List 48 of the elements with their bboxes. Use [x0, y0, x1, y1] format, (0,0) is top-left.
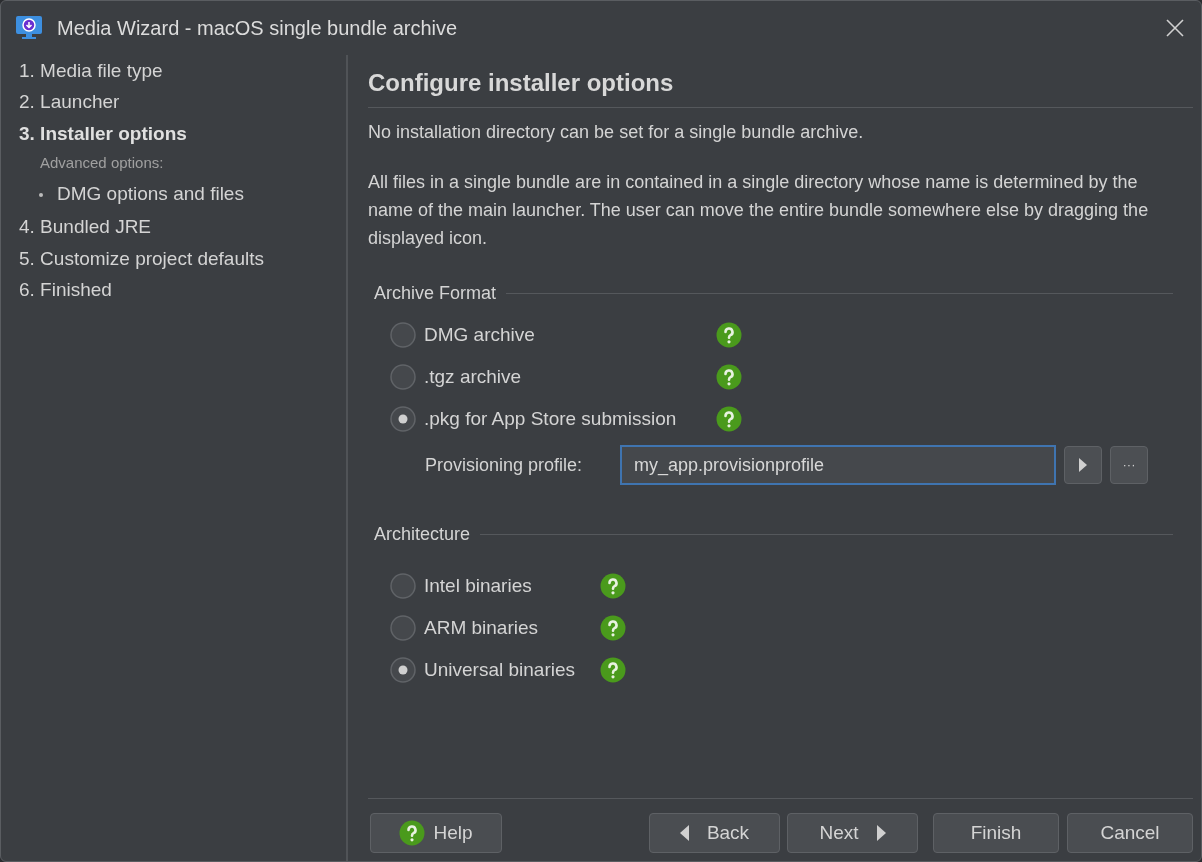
field-label: Provisioning profile:	[425, 453, 584, 477]
sidebar-item[interactable]: 6. Finished	[19, 274, 346, 306]
help-icon[interactable]	[600, 573, 626, 599]
run-button[interactable]	[1064, 446, 1102, 484]
window-title: Media Wizard - macOS single bundle archive	[57, 16, 458, 41]
help-icon[interactable]	[716, 364, 742, 390]
sidebar-item[interactable]: 4. Bundled JRE	[19, 211, 346, 243]
radio-button[interactable]	[390, 406, 416, 432]
help-button[interactable]: Help	[370, 813, 502, 853]
help-icon[interactable]	[600, 615, 626, 641]
sidebar-item[interactable]: DMG options and files	[19, 177, 346, 212]
radio-label[interactable]: Universal binaries	[424, 655, 600, 685]
left-triangle-icon	[679, 825, 689, 841]
next-button[interactable]: Next	[787, 813, 918, 853]
radio-label[interactable]: .tgz archive	[424, 362, 716, 392]
group-title: Archive Format	[374, 282, 497, 305]
app-icon	[15, 15, 43, 41]
radio-button[interactable]	[390, 322, 416, 348]
close-icon[interactable]	[1165, 18, 1185, 38]
radio-button[interactable]	[390, 573, 416, 599]
sidebar-item[interactable]: 1. Media file type	[19, 55, 346, 87]
sidebar-subheading: Advanced options:	[39, 153, 165, 174]
sidebar-item[interactable]: 5. Customize project defaults	[19, 243, 346, 275]
browse-button[interactable]: ···	[1110, 446, 1148, 484]
radio-label[interactable]: Intel binaries	[424, 571, 600, 601]
help-icon[interactable]	[716, 322, 742, 348]
radio-label[interactable]: DMG archive	[424, 320, 716, 350]
play-icon	[1079, 458, 1087, 472]
cancel-button[interactable]: Cancel	[1067, 813, 1193, 853]
sidebar-item[interactable]: 2. Launcher	[19, 86, 346, 118]
radio-button[interactable]	[390, 657, 416, 683]
back-button[interactable]: Back	[649, 813, 780, 853]
group-title: Architecture	[374, 523, 471, 546]
description-text: No installation directory can be set for a single bundle archive.	[368, 121, 865, 144]
finish-button[interactable]: Finish	[933, 813, 1059, 853]
right-triangle-icon	[876, 825, 886, 841]
radio-button[interactable]	[390, 364, 416, 390]
radio-label[interactable]: ARM binaries	[424, 613, 600, 643]
help-icon[interactable]	[600, 657, 626, 683]
provisioning-profile-field[interactable]: my_app.provisionprofile	[620, 445, 1056, 485]
help-icon[interactable]	[716, 406, 742, 432]
bullet-icon	[39, 192, 43, 197]
help-icon	[399, 820, 426, 846]
sidebar-item[interactable]: 3. Installer options	[19, 118, 346, 150]
page-heading: Configure installer options	[368, 68, 675, 98]
description-text: All files in a single bundle are in contained in a single directory whose name is determined by the name of the main launcher. The user can move the entire bundle somewhere else by dragging the displayed icon.	[368, 171, 1150, 250]
radio-label[interactable]: .pkg for App Store submission	[424, 404, 716, 434]
radio-button[interactable]	[390, 615, 416, 641]
